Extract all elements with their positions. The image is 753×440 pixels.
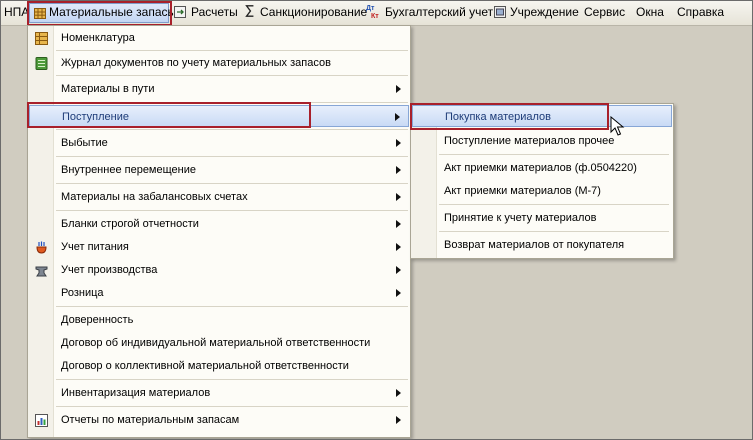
submenu-item-accept-accounting[interactable]: Принятие к учету материалов xyxy=(412,207,672,229)
separator xyxy=(439,204,669,205)
submenu-item-other-receipt[interactable]: Поступление материалов прочее xyxy=(412,130,672,152)
submenu-arrow-icon xyxy=(396,193,401,201)
menu-npa[interactable]: НПА xyxy=(2,2,29,22)
menu-raschety[interactable]: Расчеты xyxy=(189,2,238,22)
menu-item-nomenclature[interactable]: Номенклатура xyxy=(29,27,409,49)
separator xyxy=(56,129,408,130)
separator xyxy=(439,154,669,155)
svg-text:Дт: Дт xyxy=(366,5,375,12)
submenu-item-act-0504220[interactable]: Акт приемки материалов (ф.0504220) xyxy=(412,157,672,179)
submenu-item-purchase[interactable]: Покупка материалов xyxy=(412,105,672,127)
menu-item-disposal[interactable]: Выбытие xyxy=(29,132,409,154)
menu-item-power-of-attorney[interactable]: Доверенность xyxy=(29,309,409,331)
journal-icon xyxy=(35,57,48,70)
submenu-arrow-icon xyxy=(396,289,401,297)
submenu-arrow-icon xyxy=(396,266,401,274)
menu-windows[interactable]: Окна xyxy=(634,2,664,22)
menu-materials[interactable]: Материальные запасы xyxy=(29,3,176,23)
anvil-icon xyxy=(35,266,48,277)
dt-kt-icon: Дт Кт xyxy=(366,5,379,19)
catalog-icon xyxy=(35,32,48,45)
report-icon xyxy=(35,414,48,427)
separator xyxy=(56,50,408,51)
submenu-arrow-icon xyxy=(396,243,401,251)
menu-materials-label: Материальные запасы xyxy=(49,5,177,19)
separator xyxy=(56,183,408,184)
menu-item-strict-forms[interactable]: Бланки строгой отчетности xyxy=(29,213,409,235)
submenu-arrow-icon xyxy=(396,416,401,424)
sigma-icon xyxy=(245,5,254,17)
menu-item-receipt[interactable]: Поступление xyxy=(29,105,409,127)
menu-item-off-balance[interactable]: Материалы на забалансовых счетах xyxy=(29,186,409,208)
separator xyxy=(56,406,408,407)
separator xyxy=(56,379,408,380)
institution-icon xyxy=(494,6,506,18)
menu-item-retail[interactable]: Розница xyxy=(29,282,409,304)
menu-item-internal-transfer[interactable]: Внутреннее перемещение xyxy=(29,159,409,181)
submenu-item-act-m7[interactable]: Акт приемки материалов (М-7) xyxy=(412,180,672,202)
menu-item-materials-in-transit[interactable]: Материалы в пути xyxy=(29,78,409,100)
menu-institution[interactable]: Учреждение xyxy=(508,2,579,22)
submenu-arrow-icon xyxy=(396,389,401,397)
submenu-arrow-icon xyxy=(396,220,401,228)
materials-dropdown-menu: Номенклатура Журнал документов по учету … xyxy=(27,25,411,438)
separator xyxy=(56,75,408,76)
separator xyxy=(56,156,408,157)
submenu-arrow-icon xyxy=(396,85,401,93)
separator xyxy=(439,231,669,232)
menu-service[interactable]: Сервис xyxy=(582,2,625,22)
menu-item-journal[interactable]: Журнал документов по учету материальных … xyxy=(29,52,409,74)
menu-item-food-accounting[interactable]: Учет питания xyxy=(29,236,409,258)
menu-item-reports[interactable]: Отчеты по материальным запасам xyxy=(29,409,409,431)
menu-item-individual-responsibility[interactable]: Договор об индивидуальной материальной о… xyxy=(29,332,409,354)
menu-help[interactable]: Справка xyxy=(675,2,724,22)
submenu-arrow-icon xyxy=(396,166,401,174)
separator xyxy=(56,306,408,307)
menu-sanction[interactable]: Санкционирование xyxy=(258,2,367,22)
separator xyxy=(56,210,408,211)
menu-accounting[interactable]: Бухгалтерский учет xyxy=(383,2,493,22)
svg-text:Кт: Кт xyxy=(371,13,379,19)
application-window: НПА Материальные запасы Расчеты Санкцион… xyxy=(0,0,753,440)
receipt-submenu: Покупка материалов Поступление материало… xyxy=(410,103,674,259)
food-icon xyxy=(36,241,47,254)
separator xyxy=(56,102,408,103)
calc-icon xyxy=(174,6,186,18)
submenu-arrow-icon xyxy=(396,139,401,147)
menu-bar: НПА Материальные запасы Расчеты Санкцион… xyxy=(0,0,753,26)
mouse-cursor-icon xyxy=(610,116,625,136)
menu-item-collective-responsibility[interactable]: Договор о коллективной материальной отве… xyxy=(29,355,409,377)
warehouse-icon xyxy=(34,8,46,19)
menu-item-production[interactable]: Учет производства xyxy=(29,259,409,281)
submenu-arrow-icon xyxy=(395,113,400,121)
menu-item-inventory[interactable]: Инвентаризация материалов xyxy=(29,382,409,404)
submenu-item-return-from-buyer[interactable]: Возврат материалов от покупателя xyxy=(412,234,672,256)
